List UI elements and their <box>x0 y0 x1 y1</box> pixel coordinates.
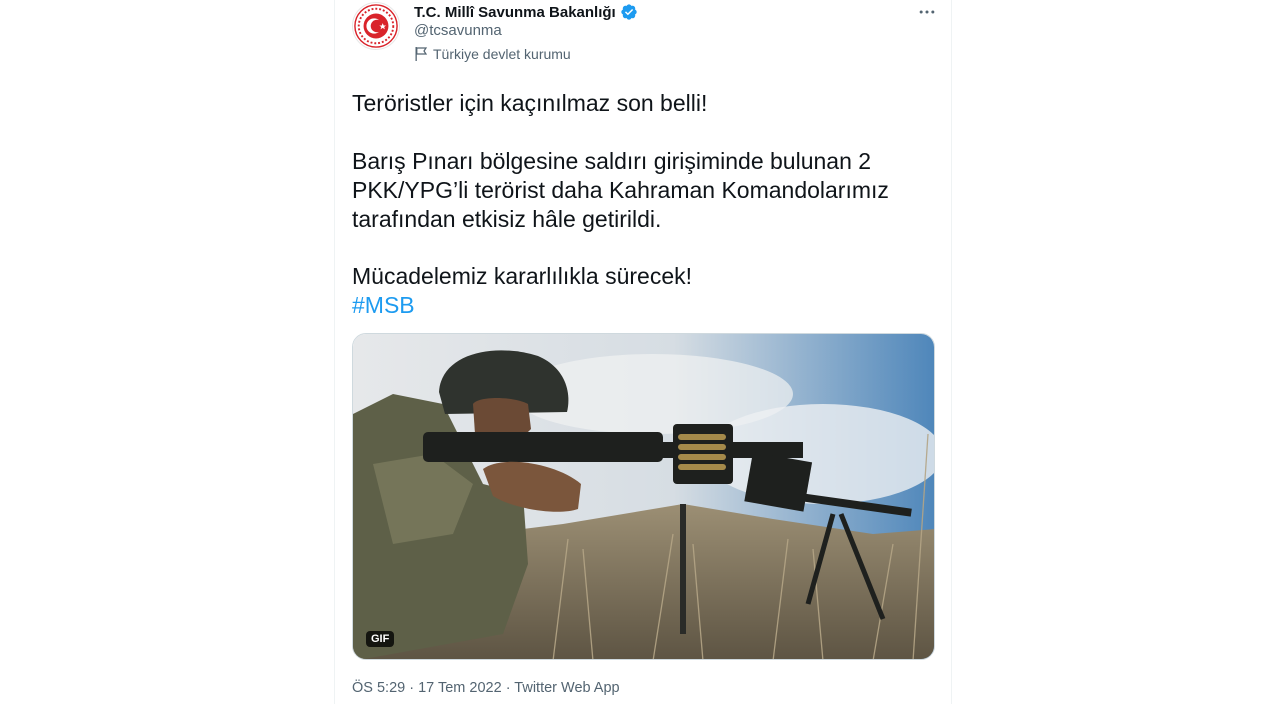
tweet-para2-line3: tarafından etkisiz hâle getirildi. <box>352 206 662 232</box>
tweet-media-gif[interactable]: GIF <box>352 333 935 660</box>
tweet-date[interactable]: 17 Tem 2022 <box>418 680 502 696</box>
avatar[interactable] <box>352 2 400 50</box>
ministry-seal-icon <box>354 4 398 48</box>
tweet-para2-line2: PKK/YPG’li terörist daha Kahraman Komand… <box>352 177 889 203</box>
tweet-para2-line1: Barış Pınarı bölgesine saldırı girişimin… <box>352 148 872 174</box>
hashtag-link[interactable]: #MSB <box>352 291 922 320</box>
meta-separator: · <box>405 680 419 696</box>
verified-badge-icon <box>620 3 638 21</box>
more-options-icon[interactable] <box>912 2 942 22</box>
meta-separator: · <box>501 680 515 696</box>
tweet-time[interactable]: ÖS 5:29 <box>352 680 405 696</box>
soldier-machine-gun-image <box>353 334 934 659</box>
name-row: T.C. Millî Savunma Bakanlığı <box>414 2 638 22</box>
display-name[interactable]: T.C. Millî Savunma Bakanlığı <box>414 4 616 21</box>
tweet-source[interactable]: Twitter Web App <box>514 680 619 696</box>
account-label: Türkiye devlet kurumu <box>414 46 571 62</box>
tweet-meta: ÖS 5:29 · 17 Tem 2022 · Twitter Web App <box>352 680 620 696</box>
tweet-line-3: Mücadelemiz kararlılıkla sürecek! <box>352 263 693 289</box>
account-handle[interactable]: @tcsavunma <box>414 22 502 39</box>
gif-badge: GIF <box>366 631 395 647</box>
tweet-line-1: Teröristler için kaçınılmaz son belli! <box>352 90 708 116</box>
flag-icon <box>414 46 428 62</box>
label-text: Türkiye devlet kurumu <box>433 46 571 62</box>
